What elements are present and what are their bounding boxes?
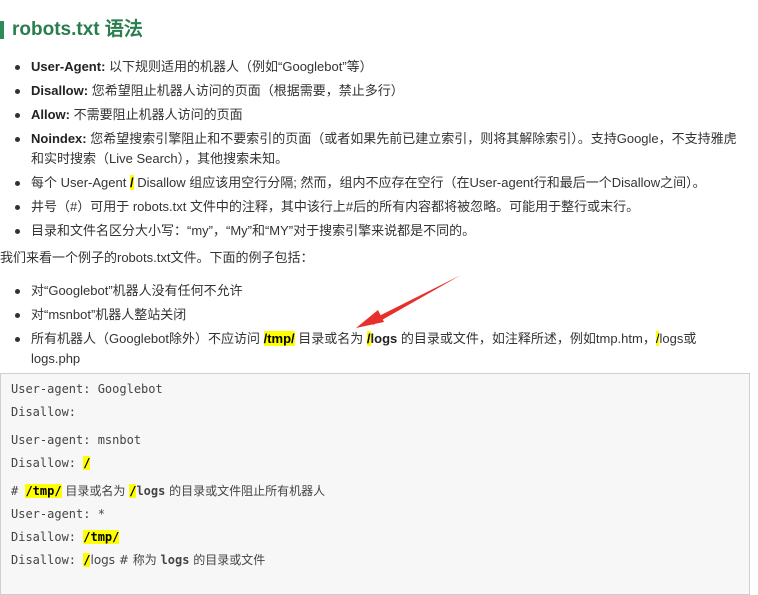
list-item: 每个 User-Agent / Disallow 组应该用空行分隔; 然而，组内… — [15, 173, 743, 193]
code-line: User-agent: Googlebot — [11, 382, 163, 396]
example-intro: 我们来看一个例子的robots.txt文件。下面的例子包括： — [0, 250, 314, 265]
code-line: Disallow: — [11, 405, 77, 419]
list-item: 井号（#）可用于 robots.txt 文件中的注释，其中该行上#后的所有内容都… — [15, 197, 743, 217]
list-item: User-Agent: 以下规则适用的机器人（例如“Googlebot”等） — [15, 57, 743, 77]
list-item: 对“msnbot”机器人整站关闭 — [15, 305, 743, 325]
list-item: 对“Googlebot”机器人没有任何不允许 — [15, 281, 743, 301]
page-title: robots.txt 语法 — [12, 19, 143, 40]
list-item: Noindex: 您希望搜索引擎阻止和不要索引的页面（或者如果先前已建立索引，则… — [15, 129, 743, 169]
list-item: 目录和文件名区分大小写：“my”，“My”和“MY”对于搜索引擎来说都是不同的。 — [15, 221, 743, 241]
code-block: User-agent: Googlebot Disallow: User-age… — [0, 373, 750, 595]
code-line: Disallow: / — [11, 456, 91, 470]
code-line: User-agent: msnbot — [11, 433, 142, 447]
list-item: Allow: 不需要阻止机器人访问的页面 — [15, 105, 743, 125]
list-item: 所有机器人（Googlebot除外）不应访问 /tmp/ 目录或名为 /logs… — [15, 329, 743, 369]
code-line: User-agent: * — [11, 507, 105, 521]
code-line: # /tmp/ 目录或名为 /logs 的目录或文件阻止所有机器人 — [11, 484, 326, 498]
code-line: Disallow: /logs # 称为 logs 的目录或文件 — [11, 553, 266, 567]
list-item: Disallow: 您希望阻止机器人访问的页面（根据需要，禁止多行） — [15, 81, 743, 101]
heading-accent-bar — [0, 21, 4, 39]
code-line: Disallow: /tmp/ — [11, 530, 120, 544]
